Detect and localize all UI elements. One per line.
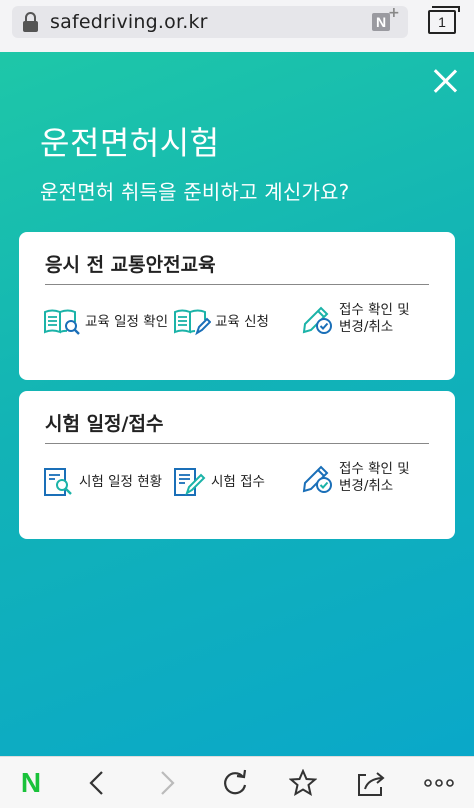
item-label: 접수 확인 및 변경/취소 <box>339 461 410 495</box>
item-label-line2: 변경/취소 <box>339 478 394 494</box>
forward-button[interactable] <box>150 767 184 799</box>
item-label-line1: 접수 확인 및 <box>339 302 410 318</box>
divider <box>45 443 429 444</box>
item-label: 시험 일정 현황 <box>79 473 163 490</box>
exam-schedule-link[interactable]: 시험 일정 현황 <box>43 467 162 497</box>
share-button[interactable] <box>354 767 388 799</box>
book-pen-icon <box>174 309 211 336</box>
chevron-right-icon <box>161 771 175 795</box>
star-icon <box>289 769 317 797</box>
education-receipt-check-link[interactable]: 접수 확인 및 변경/취소 <box>301 302 410 336</box>
divider <box>45 284 429 285</box>
reload-icon <box>224 769 247 795</box>
back-button[interactable] <box>80 767 114 799</box>
education-schedule-link[interactable]: 교육 일정 확인 <box>43 308 168 336</box>
page-title: 운전면허시험 <box>40 124 220 162</box>
address-bar[interactable]: safedriving.or.kr <box>12 6 408 38</box>
share-icon <box>358 772 385 796</box>
url-text: safedriving.or.kr <box>50 11 208 33</box>
card-title: 시험 일정/접수 <box>45 413 164 435</box>
naver-home-button[interactable]: N <box>14 767 48 799</box>
document-pen-icon <box>174 468 206 496</box>
naver-add-icon[interactable]: N + <box>372 5 400 33</box>
more-button[interactable] <box>422 767 456 799</box>
bookmark-button[interactable] <box>286 767 320 799</box>
browser-bottom-bar: N <box>0 756 474 808</box>
card-exam-schedule: 시험 일정/접수 시험 일정 현황 시험 접수 접수 확인 및 변경/취소 <box>19 391 455 539</box>
chevron-left-icon <box>89 771 103 795</box>
reload-button[interactable] <box>218 767 252 799</box>
browser-top-bar: safedriving.or.kr N + 1 <box>0 0 474 52</box>
item-label: 시험 접수 <box>211 473 265 490</box>
item-label-line1: 접수 확인 및 <box>339 461 410 477</box>
education-apply-link[interactable]: 교육 신청 <box>173 308 269 336</box>
page-subtitle: 운전면허 취득을 준비하고 계신가요? <box>40 180 350 204</box>
document-search-icon <box>44 468 72 496</box>
card-title: 응시 전 교통안전교육 <box>45 254 216 276</box>
more-dots-icon <box>424 779 454 787</box>
close-icon[interactable] <box>430 66 460 96</box>
pen-check-icon <box>302 465 332 493</box>
lock-icon <box>22 11 40 33</box>
exam-receipt-check-link[interactable]: 접수 확인 및 변경/취소 <box>301 461 410 495</box>
item-label: 교육 신청 <box>215 313 269 330</box>
tab-count-button[interactable]: 1 <box>428 6 460 34</box>
naver-logo: N <box>20 767 42 798</box>
item-label: 접수 확인 및 변경/취소 <box>339 302 410 336</box>
item-label-line2: 변경/취소 <box>339 319 394 335</box>
pen-check-icon <box>302 306 332 334</box>
exam-apply-link[interactable]: 시험 접수 <box>173 467 265 497</box>
card-traffic-safety-education: 응시 전 교통안전교육 교육 일정 확인 교육 신청 접수 확인 및 변경/취소 <box>19 232 455 380</box>
main-panel: 운전면허시험 운전면허 취득을 준비하고 계신가요? 응시 전 교통안전교육 교… <box>0 52 474 756</box>
book-search-icon <box>44 309 80 335</box>
item-label: 교육 일정 확인 <box>85 313 169 330</box>
